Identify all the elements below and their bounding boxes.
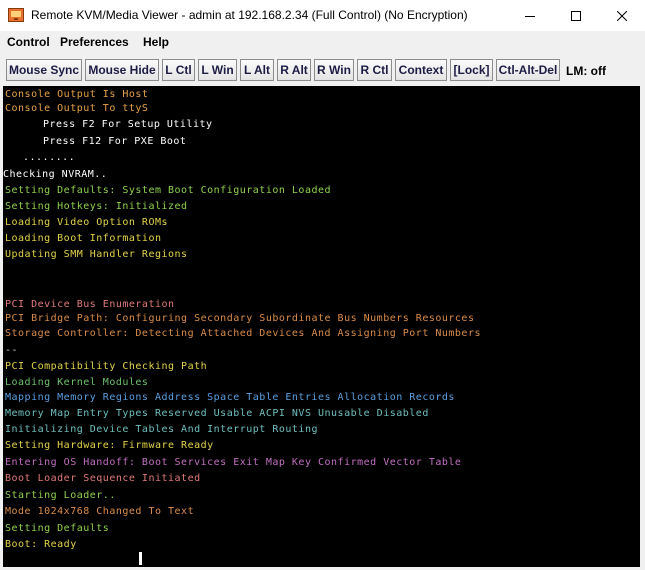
- mouse-sync-button[interactable]: Mouse Sync: [6, 59, 82, 81]
- console-line: Loading Kernel Modules: [5, 377, 149, 388]
- console-line: Updating SMM Handler Regions: [5, 249, 188, 260]
- console-line: Storage Controller: Detecting Attached D…: [5, 328, 481, 339]
- console-line: Entering OS Handoff: Boot Services Exit …: [5, 457, 462, 468]
- left-win-button[interactable]: L Win: [198, 59, 237, 81]
- console-line: Starting Loader..: [5, 490, 116, 501]
- console-line: Boot: Ready: [5, 539, 77, 550]
- console-line: Checking NVRAM..: [3, 169, 108, 180]
- console-line: PCI Bridge Path: Configuring Secondary S…: [5, 313, 475, 324]
- console-line: PCI Device Bus Enumeration: [5, 299, 175, 310]
- console-line: Console Output To ttyS: [5, 103, 149, 114]
- left-alt-button[interactable]: L Alt: [240, 59, 274, 81]
- console-line: Setting Hardware: Firmware Ready: [5, 440, 214, 451]
- right-win-button[interactable]: R Win: [314, 59, 354, 81]
- lm-status: LM: off: [566, 64, 606, 78]
- console-line: Setting Hotkeys: Initialized: [5, 201, 188, 212]
- menu-help[interactable]: Help: [143, 35, 169, 49]
- console-line: ........: [23, 152, 76, 163]
- console-line: Press F2 For Setup Utility: [43, 119, 213, 130]
- console-line: Boot Loader Sequence Initiated: [5, 473, 201, 484]
- left-ctrl-button[interactable]: L Ctl: [162, 59, 195, 81]
- maximize-button[interactable]: [553, 0, 599, 31]
- console-line: --: [5, 345, 19, 356]
- window-titlebar: Remote KVM/Media Viewer - admin at 192.1…: [0, 0, 645, 31]
- console-line: Console Output Is Host: [5, 89, 149, 100]
- window-title: Remote KVM/Media Viewer - admin at 192.1…: [31, 8, 468, 22]
- console-line: Loading Video Option ROMs: [5, 217, 169, 228]
- ctrl-alt-del-button[interactable]: Ctl-Alt-Del: [496, 59, 560, 81]
- minimize-button[interactable]: [507, 0, 553, 31]
- console-line: Setting Defaults: System Boot Configurat…: [5, 185, 332, 196]
- menu-bar: Control Preferences Help: [0, 31, 645, 53]
- menu-preferences[interactable]: Preferences: [60, 35, 129, 49]
- maximize-icon: [571, 10, 581, 21]
- mouse-hide-button[interactable]: Mouse Hide: [85, 59, 159, 81]
- console-line: Setting Defaults: [5, 523, 110, 534]
- right-alt-button[interactable]: R Alt: [277, 59, 311, 81]
- console-line: Memory Map Entry Types Reserved Usable A…: [5, 408, 429, 419]
- menu-control[interactable]: Control: [7, 35, 50, 49]
- right-ctrl-button[interactable]: R Ctl: [357, 59, 392, 81]
- console-line: Mode 1024x768 Changed To Text: [5, 506, 195, 517]
- console-line: Press F12 For PXE Boot: [43, 136, 187, 147]
- close-icon: [617, 10, 627, 21]
- text-cursor: [139, 552, 142, 565]
- close-button[interactable]: [599, 0, 645, 31]
- context-button[interactable]: Context: [395, 59, 447, 81]
- remote-console-screen[interactable]: Console Output Is Host Console Output To …: [3, 86, 640, 567]
- lock-button[interactable]: [Lock]: [450, 59, 493, 81]
- console-line: Mapping Memory Regions Address Space Tab…: [5, 392, 455, 403]
- console-line: Initializing Device Tables And Interrupt…: [5, 424, 318, 435]
- kvm-app-icon: [8, 8, 24, 22]
- toolbar: Mouse Sync Mouse Hide L Ctl L Win L Alt …: [0, 56, 645, 84]
- minimize-icon: [525, 15, 535, 17]
- console-line: PCI Compatibility Checking Path: [5, 361, 208, 372]
- console-line: Loading Boot Information: [5, 233, 162, 244]
